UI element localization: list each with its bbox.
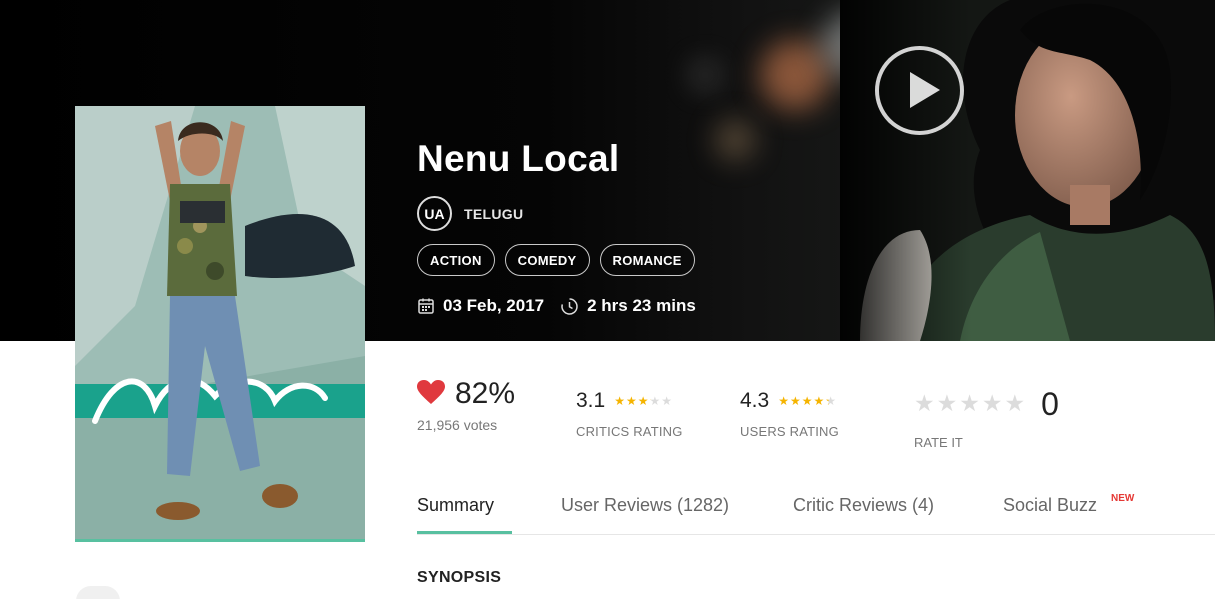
clock-icon bbox=[560, 297, 579, 316]
rate-star-4[interactable]: ★ bbox=[982, 393, 1003, 416]
critics-stars: ★ ★ ★ ★ ★ bbox=[614, 395, 673, 407]
critics-rating-value: 3.1 bbox=[576, 389, 606, 412]
bokeh-light bbox=[715, 120, 755, 160]
release-meta-row: 03 Feb, 2017 2 hrs 23 mins bbox=[417, 296, 696, 316]
critics-rating-label: CRITICS RATING bbox=[576, 424, 683, 439]
language-label: TELUGU bbox=[464, 205, 524, 222]
poster-accent-bar bbox=[75, 539, 365, 542]
star-icon: ★ bbox=[649, 394, 661, 408]
rate-star-2[interactable]: ★ bbox=[937, 393, 958, 416]
users-rating: 4.3 ★ ★ ★ ★ ★ USERS RATING bbox=[740, 389, 839, 439]
rate-it-label: RATE IT bbox=[914, 435, 963, 450]
user-rating-count: 0 bbox=[1041, 386, 1059, 422]
poster-artwork bbox=[75, 106, 365, 539]
star-icon: ★ bbox=[801, 394, 813, 408]
new-badge: NEW bbox=[1111, 493, 1135, 504]
tab-social-buzz[interactable]: Social Buzz bbox=[1003, 495, 1097, 516]
genre-chip-comedy[interactable]: COMEDY bbox=[504, 244, 590, 276]
star-icon: ★ bbox=[661, 394, 673, 408]
release-date: 03 Feb, 2017 bbox=[443, 296, 545, 315]
audience-percent: 82% bbox=[455, 377, 516, 410]
critics-rating: 3.1 ★ ★ ★ ★ ★ CRITICS RATING bbox=[576, 389, 683, 439]
star-icon: ★ bbox=[614, 394, 625, 408]
synopsis-heading: SYNOPSIS bbox=[417, 569, 502, 586]
users-rating-label: USERS RATING bbox=[740, 424, 839, 439]
tab-user-reviews[interactable]: User Reviews (1282) bbox=[561, 495, 729, 516]
star-icon: ★ bbox=[789, 394, 801, 408]
star-icon: ★ bbox=[625, 394, 637, 408]
play-icon bbox=[910, 72, 940, 108]
genre-chip-action[interactable]: ACTION bbox=[417, 244, 495, 276]
review-tabs: Summary User Reviews (1282) Critic Revie… bbox=[417, 487, 1215, 535]
heart-icon bbox=[417, 379, 445, 409]
certificate-badge: UA bbox=[417, 196, 452, 231]
audience-score: 82% 21,956 votes bbox=[417, 377, 515, 433]
tab-summary[interactable]: Summary bbox=[417, 495, 494, 516]
genre-list: ACTION COMEDY ROMANCE bbox=[417, 244, 705, 276]
users-rating-value: 4.3 bbox=[740, 389, 770, 412]
rate-it-widget: ★ ★ ★ ★ ★ 0 RATE IT bbox=[914, 386, 1059, 450]
calendar-icon bbox=[417, 297, 435, 315]
movie-poster[interactable] bbox=[75, 106, 365, 539]
vote-count: 21,956 votes bbox=[417, 417, 498, 433]
active-tab-indicator bbox=[417, 531, 512, 534]
side-pill[interactable] bbox=[76, 586, 120, 599]
star-icon: ★ bbox=[778, 394, 789, 408]
star-icon: ★ bbox=[825, 394, 837, 408]
genre-chip-romance[interactable]: ROMANCE bbox=[599, 244, 695, 276]
star-icon: ★ bbox=[637, 394, 649, 408]
users-stars: ★ ★ ★ ★ ★ bbox=[778, 395, 837, 407]
movie-title: Nenu Local bbox=[417, 138, 620, 179]
duration: 2 hrs 23 mins bbox=[587, 296, 696, 315]
tab-critic-reviews[interactable]: Critic Reviews (4) bbox=[793, 495, 934, 516]
star-icon: ★ bbox=[813, 394, 825, 408]
rate-star-3[interactable]: ★ bbox=[959, 393, 980, 416]
bokeh-light bbox=[760, 40, 830, 110]
certificate-language-row: UA TELUGU bbox=[417, 196, 523, 231]
bokeh-light bbox=[690, 60, 720, 90]
rate-star-1[interactable]: ★ bbox=[914, 393, 935, 416]
rate-star-5[interactable]: ★ bbox=[1005, 393, 1026, 416]
play-trailer-button[interactable] bbox=[875, 46, 964, 135]
